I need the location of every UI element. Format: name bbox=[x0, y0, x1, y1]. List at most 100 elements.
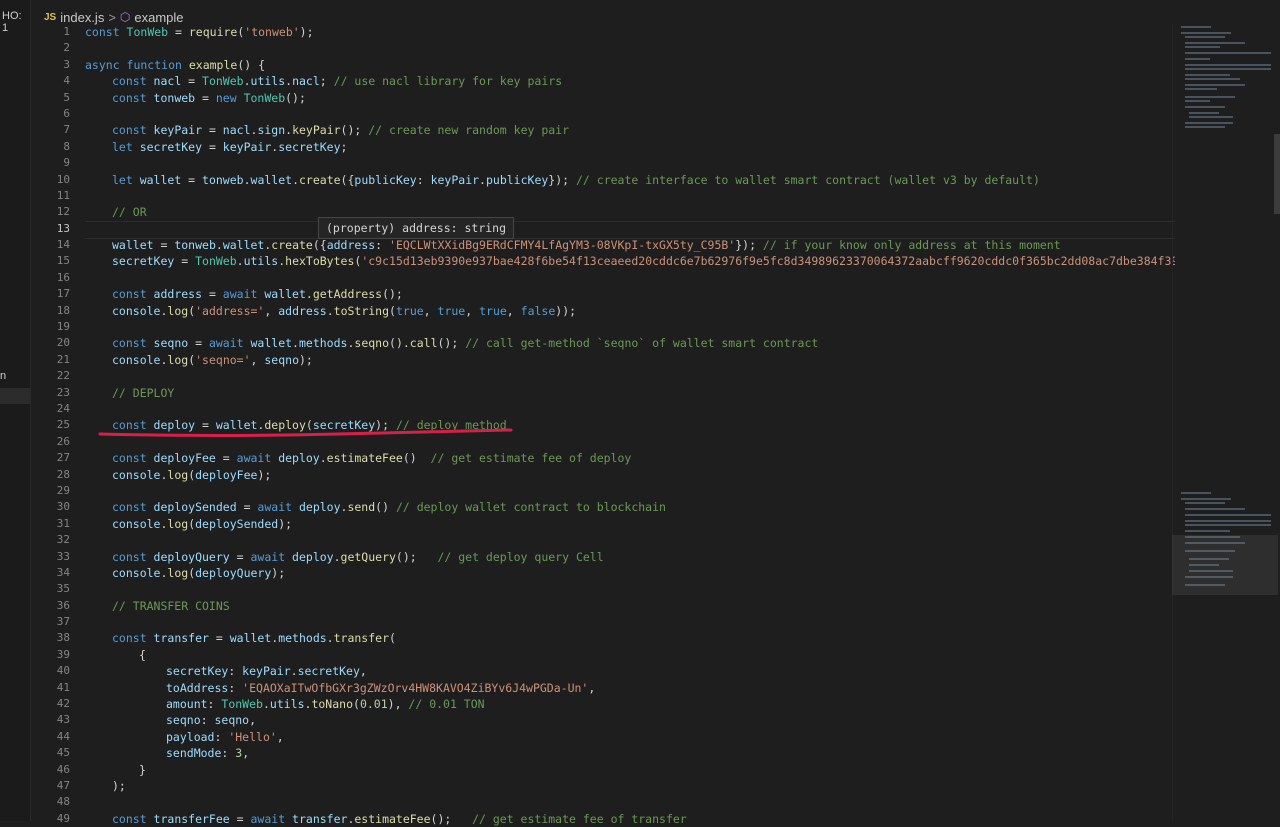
code-line[interactable] bbox=[85, 155, 1175, 171]
code-token: ( bbox=[389, 303, 396, 318]
code-token: transfer bbox=[292, 811, 348, 826]
minimap[interactable] bbox=[1172, 24, 1275, 821]
code-line[interactable]: amount: TonWeb.utils.toNano(0.01), // 0.… bbox=[85, 696, 1175, 712]
code-line[interactable] bbox=[85, 106, 1175, 122]
code-token: ); bbox=[257, 467, 272, 482]
code-token: , bbox=[250, 352, 265, 367]
code-token: toString bbox=[333, 303, 390, 318]
code-token: ( bbox=[353, 697, 360, 712]
code-token: ); bbox=[278, 516, 293, 531]
code-token: console bbox=[112, 352, 161, 367]
code-line[interactable]: toAddress: 'EQAOXaITwOfbGXr3gZWzOrv4HW8K… bbox=[85, 680, 1175, 696]
code-line[interactable] bbox=[85, 319, 1175, 335]
code-line[interactable]: const keyPair = nacl.sign.keyPair(); // … bbox=[85, 122, 1175, 138]
code-line[interactable]: const deployFee = await deploy.estimateF… bbox=[85, 450, 1175, 466]
code-token: keyPair bbox=[430, 172, 480, 187]
code-token: log bbox=[167, 352, 189, 367]
code-line[interactable]: ); bbox=[85, 778, 1175, 794]
code-token: seqno bbox=[264, 352, 299, 367]
code-line[interactable]: const nacl = TonWeb.utils.nacl; // use n… bbox=[85, 73, 1175, 89]
code-line[interactable]: secretKey = TonWeb.utils.hexToBytes('c9c… bbox=[85, 253, 1175, 269]
code-line[interactable] bbox=[85, 532, 1175, 548]
code-token: estimateFee bbox=[326, 451, 403, 466]
code-token: TonWeb bbox=[221, 697, 263, 712]
code-line[interactable] bbox=[85, 188, 1175, 204]
code-line[interactable]: sendMode: 3, bbox=[85, 745, 1175, 761]
code-line[interactable]: console.log(deploySended); bbox=[85, 516, 1175, 532]
code-token: . bbox=[262, 697, 270, 712]
code-line[interactable]: const seqno = await wallet.methods.seqno… bbox=[85, 335, 1175, 351]
line-number: 43 bbox=[56, 713, 70, 727]
line-number: 39 bbox=[56, 647, 70, 661]
code-token: utils bbox=[243, 254, 279, 269]
code-token: // 0.01 TON bbox=[408, 697, 485, 712]
code-token: = bbox=[215, 451, 237, 466]
line-number: 9 bbox=[63, 156, 70, 170]
line-number: 29 bbox=[56, 483, 70, 497]
code-line[interactable]: async function example() { bbox=[85, 57, 1175, 73]
code-token: address bbox=[278, 303, 327, 318]
line-number: 22 bbox=[56, 369, 70, 383]
activity-bar: HO: 1 n bbox=[0, 0, 31, 821]
code-token: nacl bbox=[153, 74, 182, 89]
code-line[interactable]: const transferFee = await transfer.estim… bbox=[85, 811, 1175, 827]
vertical-scrollbar[interactable] bbox=[1271, 24, 1280, 821]
code-line[interactable]: { bbox=[85, 647, 1175, 663]
code-line[interactable] bbox=[85, 581, 1175, 597]
code-token: 'EQAOXaITwOfbGXr3gZWzOrv4HW8KAVO4ZiBYv6J… bbox=[242, 680, 589, 695]
code-token: : bbox=[228, 664, 243, 679]
code-token: address bbox=[326, 238, 376, 253]
code-token: 'address=' bbox=[195, 303, 265, 318]
code-line[interactable] bbox=[85, 270, 1175, 286]
code-line[interactable]: console.log('address=', address.toString… bbox=[85, 303, 1175, 319]
line-number: 11 bbox=[56, 188, 70, 202]
line-number: 34 bbox=[56, 565, 70, 579]
code-line[interactable]: wallet = tonweb.wallet.create({address: … bbox=[85, 237, 1175, 253]
code-token: . bbox=[305, 287, 313, 302]
code-line[interactable] bbox=[85, 401, 1175, 417]
code-line[interactable]: const transfer = wallet.methods.transfer… bbox=[85, 630, 1175, 646]
code-line[interactable]: const deployQuery = await deploy.getQuer… bbox=[85, 549, 1175, 565]
code-line[interactable]: // OR bbox=[85, 204, 1175, 220]
breadcrumb-symbol[interactable]: example bbox=[134, 10, 183, 25]
scrollbar-thumb[interactable] bbox=[1274, 134, 1280, 214]
panel-tab-label[interactable]: HO: 1 bbox=[2, 10, 30, 34]
code-line[interactable]: payload: 'Hello', bbox=[85, 729, 1175, 745]
code-line[interactable] bbox=[85, 368, 1175, 384]
code-token: payload bbox=[166, 729, 215, 744]
code-token: tonweb bbox=[153, 90, 196, 105]
code-token: (); bbox=[395, 549, 438, 564]
breadcrumb-file[interactable]: index.js bbox=[60, 10, 104, 25]
code-token: } bbox=[139, 762, 146, 777]
code-line[interactable]: // TRANSFER COINS bbox=[85, 598, 1175, 614]
code-line[interactable] bbox=[85, 794, 1175, 810]
code-token: ); bbox=[299, 25, 314, 39]
code-token: ; bbox=[319, 74, 334, 89]
code-token: : bbox=[200, 713, 215, 728]
line-number: 41 bbox=[56, 680, 70, 694]
code-line[interactable]: console.log(deployFee); bbox=[85, 467, 1175, 483]
code-line[interactable]: // DEPLOY bbox=[85, 385, 1175, 401]
code-line[interactable]: const address = await wallet.getAddress(… bbox=[85, 286, 1175, 302]
code-line[interactable] bbox=[85, 483, 1175, 499]
code-line[interactable]: const TonWeb = require('tonweb'); bbox=[85, 24, 1175, 40]
code-token: const bbox=[112, 631, 154, 646]
code-line[interactable]: seqno: seqno, bbox=[85, 712, 1175, 728]
code-line[interactable]: const tonweb = new TonWeb(); bbox=[85, 90, 1175, 106]
code-line[interactable] bbox=[85, 614, 1175, 630]
line-number: 48 bbox=[56, 795, 70, 809]
minimap-slider[interactable] bbox=[1172, 535, 1278, 595]
sidebar-item-label[interactable]: n bbox=[0, 370, 6, 382]
code-token: const bbox=[112, 549, 154, 564]
code-line[interactable]: console.log('seqno=', seqno); bbox=[85, 352, 1175, 368]
code-line[interactable] bbox=[85, 40, 1175, 56]
line-number: 46 bbox=[56, 762, 70, 776]
code-line[interactable]: console.log(deployQuery); bbox=[85, 565, 1175, 581]
code-line[interactable]: secretKey: keyPair.secretKey, bbox=[85, 663, 1175, 679]
code-line[interactable] bbox=[85, 221, 1175, 237]
code-line[interactable]: let secretKey = keyPair.secretKey; bbox=[85, 139, 1175, 155]
code-line[interactable]: let wallet = tonweb.wallet.create({publi… bbox=[85, 172, 1175, 188]
code-line[interactable]: const deploySended = await deploy.send()… bbox=[85, 499, 1175, 515]
code-line[interactable]: } bbox=[85, 762, 1175, 778]
code-token: utils bbox=[269, 697, 305, 712]
